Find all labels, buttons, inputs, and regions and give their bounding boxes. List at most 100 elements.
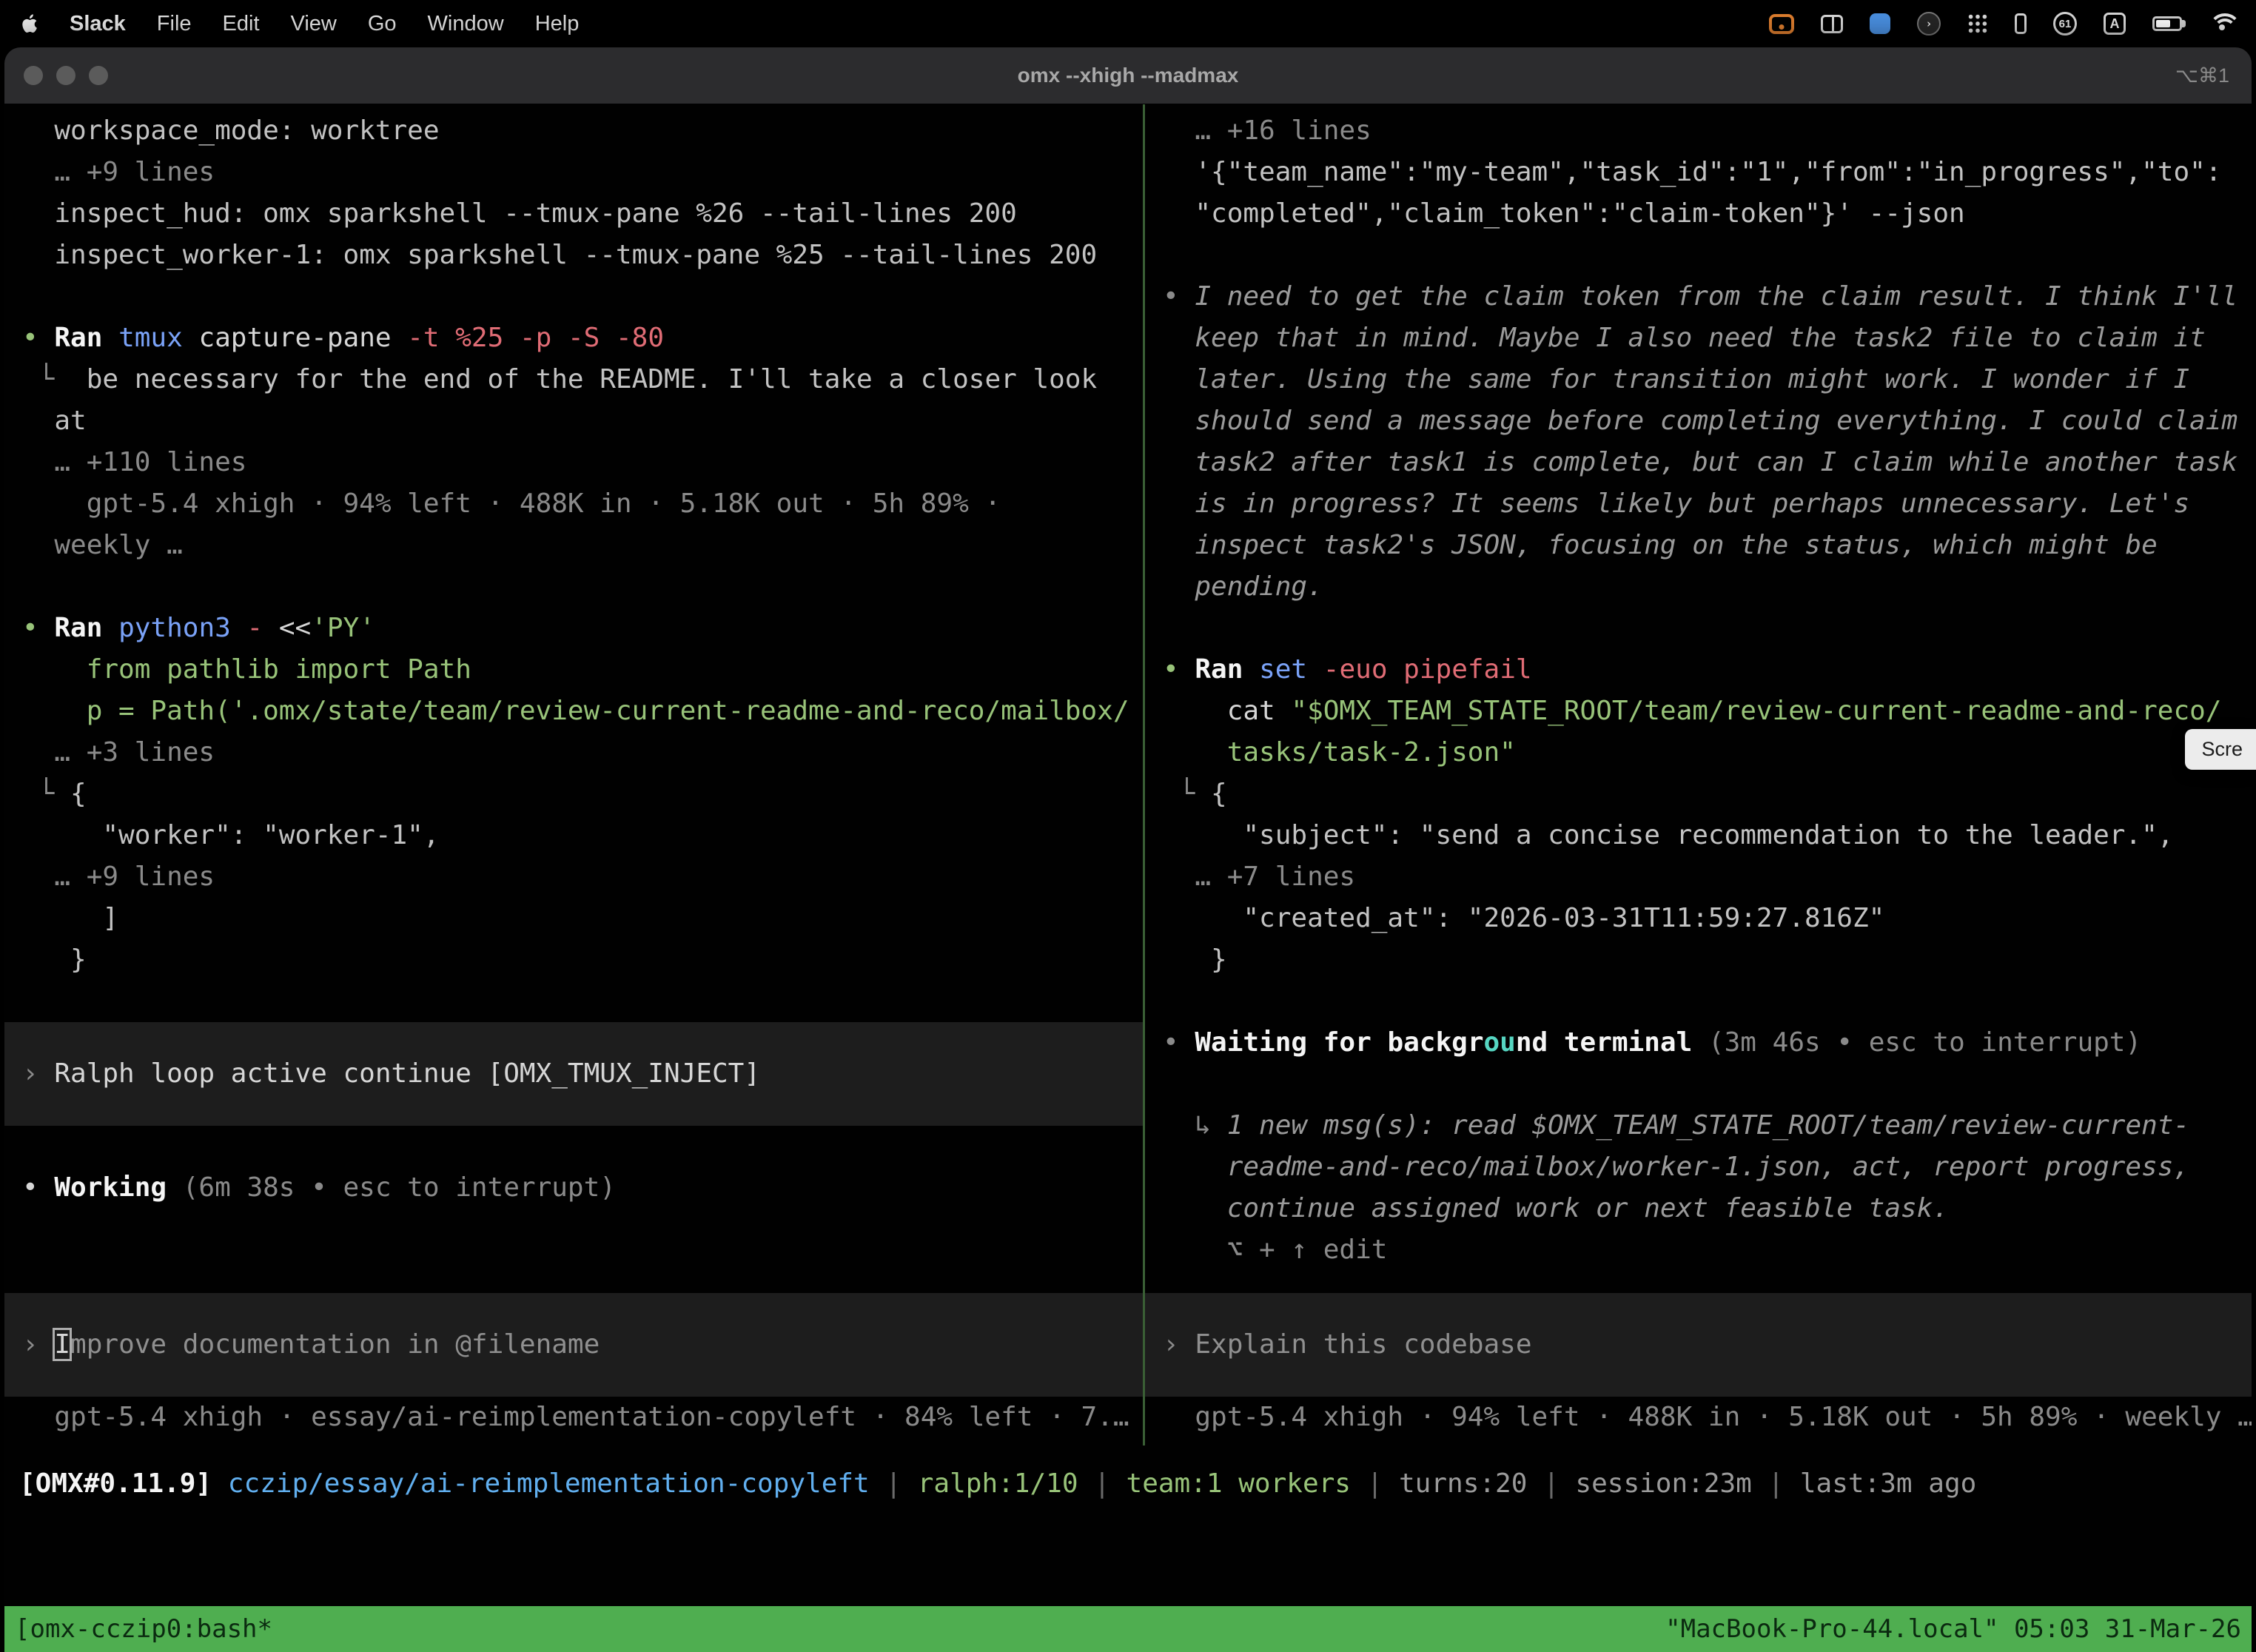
text-segment: from pathlib import Path	[22, 654, 471, 685]
text-segment: tasks/task-2.json"	[1163, 737, 1516, 768]
text-segment: … +9 lines	[22, 862, 215, 892]
prompt-input[interactable]: › Improve documentation in @filename	[4, 1293, 1143, 1397]
text-segment: [OMX#0.11.9]	[19, 1468, 228, 1499]
menu-bar-left: Slack File Edit View Go Window Help	[21, 12, 579, 36]
text-segment: capture-pane	[183, 323, 407, 353]
raycast-icon[interactable]	[1870, 13, 1890, 34]
battery-percentage-badge[interactable]: 61	[2053, 12, 2077, 36]
terminal-line: p = Path('.omx/state/team/review-current…	[4, 691, 1143, 732]
terminal-app-icon[interactable]: ›	[1917, 12, 1941, 36]
text-segment: Waiting for backgr	[1195, 1027, 1483, 1058]
terminal-line	[1145, 608, 2252, 649]
text-segment: Ran	[1195, 654, 1243, 685]
text-segment: 1 new msg(s): read $OMX_TEAM_STATE_ROOT/…	[1227, 1110, 2189, 1141]
wifi-icon[interactable]	[2209, 13, 2235, 34]
text-segment: -t %25 -p -S -80	[407, 323, 664, 353]
menu-window[interactable]: Window	[428, 12, 504, 36]
terminal-line: • Ran set -euo pipefail	[1145, 649, 2252, 691]
text-segment: ou	[1484, 1027, 1516, 1058]
text-segment: "$OMX_TEAM_STATE_ROOT/team/review-curren…	[1291, 696, 2221, 726]
text-segment: }	[1163, 944, 1227, 975]
text-segment: gpt-5.4 xhigh · 94% left · 488K in · 5.1…	[1163, 1402, 2252, 1432]
terminal-line	[4, 1126, 1143, 1167]
terminal-line: readme-and-reco/mailbox/worker-1.json, a…	[1145, 1146, 2252, 1188]
traffic-lights	[24, 66, 108, 85]
prompt-input[interactable]: › Ralph loop active continue [OMX_TMUX_I…	[4, 1022, 1143, 1126]
window-title: omx --xhigh --madmax	[1018, 64, 1239, 87]
text-segment: is in progress? It seems likely but perh…	[1163, 488, 2189, 519]
text-segment: └	[22, 779, 70, 809]
text-segment	[102, 613, 118, 643]
terminal-line: }	[4, 939, 1143, 981]
text-segment: … +110 lines	[22, 447, 246, 477]
menu-view[interactable]: View	[291, 12, 337, 36]
menu-bar-status-icons: › 61 A	[1769, 12, 2235, 36]
text-segment: ›	[22, 1058, 54, 1089]
desktop: { "menu_bar": { "app_name": "Slack", "me…	[0, 0, 2256, 1652]
terminal-line: … +7 lines	[1145, 856, 2252, 898]
prompt-input[interactable]: › Explain this codebase	[1145, 1293, 2252, 1397]
text-segment: session:23m	[1575, 1468, 1751, 1499]
terminal-line: • I need to get the claim token from the…	[1145, 276, 2252, 318]
text-segment: be necessary for the end of the README. …	[87, 364, 1097, 394]
text-segment: … +3 lines	[22, 737, 215, 768]
sidebar-toggle-icon[interactable]	[2015, 13, 2027, 34]
text-segment: task2 after task1 is complete, but can I…	[1163, 447, 2237, 477]
terminal-line: … +16 lines	[1145, 110, 2252, 152]
text-segment	[1307, 654, 1323, 685]
text-segment	[1243, 654, 1259, 685]
terminal-line: inspect_worker-1: omx sparkshell --tmux-…	[4, 235, 1143, 276]
terminal-line: … +110 lines	[4, 442, 1143, 483]
text-segment: "completed","claim_token":"claim-token"}…	[1163, 198, 1965, 229]
screen-recording-indicator[interactable]	[1769, 14, 1794, 34]
terminal-line: from pathlib import Path	[4, 649, 1143, 691]
text-segment: weekly …	[22, 530, 183, 560]
text-segment: (3m 46s • esc to interrupt)	[1692, 1027, 2141, 1058]
battery-icon[interactable]	[2152, 16, 2182, 31]
menu-bar: Slack File Edit View Go Window Help › 61 A	[0, 0, 2256, 47]
terminal-line: gpt-5.4 xhigh · 94% left · 488K in · 5.1…	[4, 483, 1143, 525]
text-segment: set	[1259, 654, 1307, 685]
zoom-button[interactable]	[89, 66, 108, 85]
terminal-line: later. Using the same for transition mig…	[1145, 359, 2252, 400]
text-segment: cat	[1163, 696, 1291, 726]
menu-go[interactable]: Go	[368, 12, 397, 36]
text-segment: '{"team_name":"my-team","task_id":"1","f…	[1163, 157, 2221, 187]
text-segment: nd terminal	[1516, 1027, 1692, 1058]
tmux-status-bar: [omx-cczip0:bash* "MacBook-Pro-44.local"…	[4, 1606, 2252, 1652]
apple-menu[interactable]	[21, 13, 38, 34]
text-segment: •	[22, 613, 54, 643]
text-segment: }	[22, 944, 87, 975]
input-source-icon[interactable]: A	[2104, 13, 2126, 35]
text-segment: should send a message before completing …	[1163, 406, 2237, 436]
close-button[interactable]	[24, 66, 43, 85]
tmux-panes: workspace_mode: worktree … +9 lines insp…	[4, 104, 2252, 1446]
window-layout-icon[interactable]	[1821, 15, 1843, 33]
text-segment: •	[1163, 281, 1195, 312]
text-segment: └	[1163, 779, 1211, 809]
text-segment: ]	[22, 903, 118, 933]
text-segment: inspect_hud: omx sparkshell --tmux-pane …	[22, 198, 1017, 229]
menu-help[interactable]: Help	[535, 12, 580, 36]
text-segment: ›	[1163, 1329, 1195, 1360]
terminal-line: ]	[4, 898, 1143, 939]
text-segment: last:3m ago	[1800, 1468, 1976, 1499]
terminal-line: "created_at": "2026-03-31T11:59:27.816Z"	[1145, 898, 2252, 939]
menu-file[interactable]: File	[157, 12, 192, 36]
terminal-line: • Waiting for background terminal (3m 46…	[1145, 1022, 2252, 1064]
app-menu-title[interactable]: Slack	[70, 12, 126, 36]
app-grid-icon[interactable]	[1967, 13, 1988, 34]
text-segment: workspace_mode: worktree	[22, 115, 440, 146]
text-segment: continue assigned work or next feasible …	[1163, 1193, 1949, 1223]
minimize-button[interactable]	[56, 66, 75, 85]
window-title-bar[interactable]: omx --xhigh --madmax ⌥⌘1	[4, 47, 2252, 104]
text-segment: |	[1527, 1468, 1575, 1499]
terminal-line	[1145, 1064, 2252, 1105]
terminal-line: … +9 lines	[4, 152, 1143, 193]
menu-edit[interactable]: Edit	[223, 12, 260, 36]
text-segment: I need to get the claim token from the c…	[1195, 281, 2237, 312]
window-shortcut-hint: ⌥⌘1	[2175, 64, 2229, 87]
terminal-line: continue assigned work or next feasible …	[1145, 1188, 2252, 1229]
terminal-line: "worker": "worker-1",	[4, 815, 1143, 856]
text-segment: |	[1752, 1468, 1800, 1499]
